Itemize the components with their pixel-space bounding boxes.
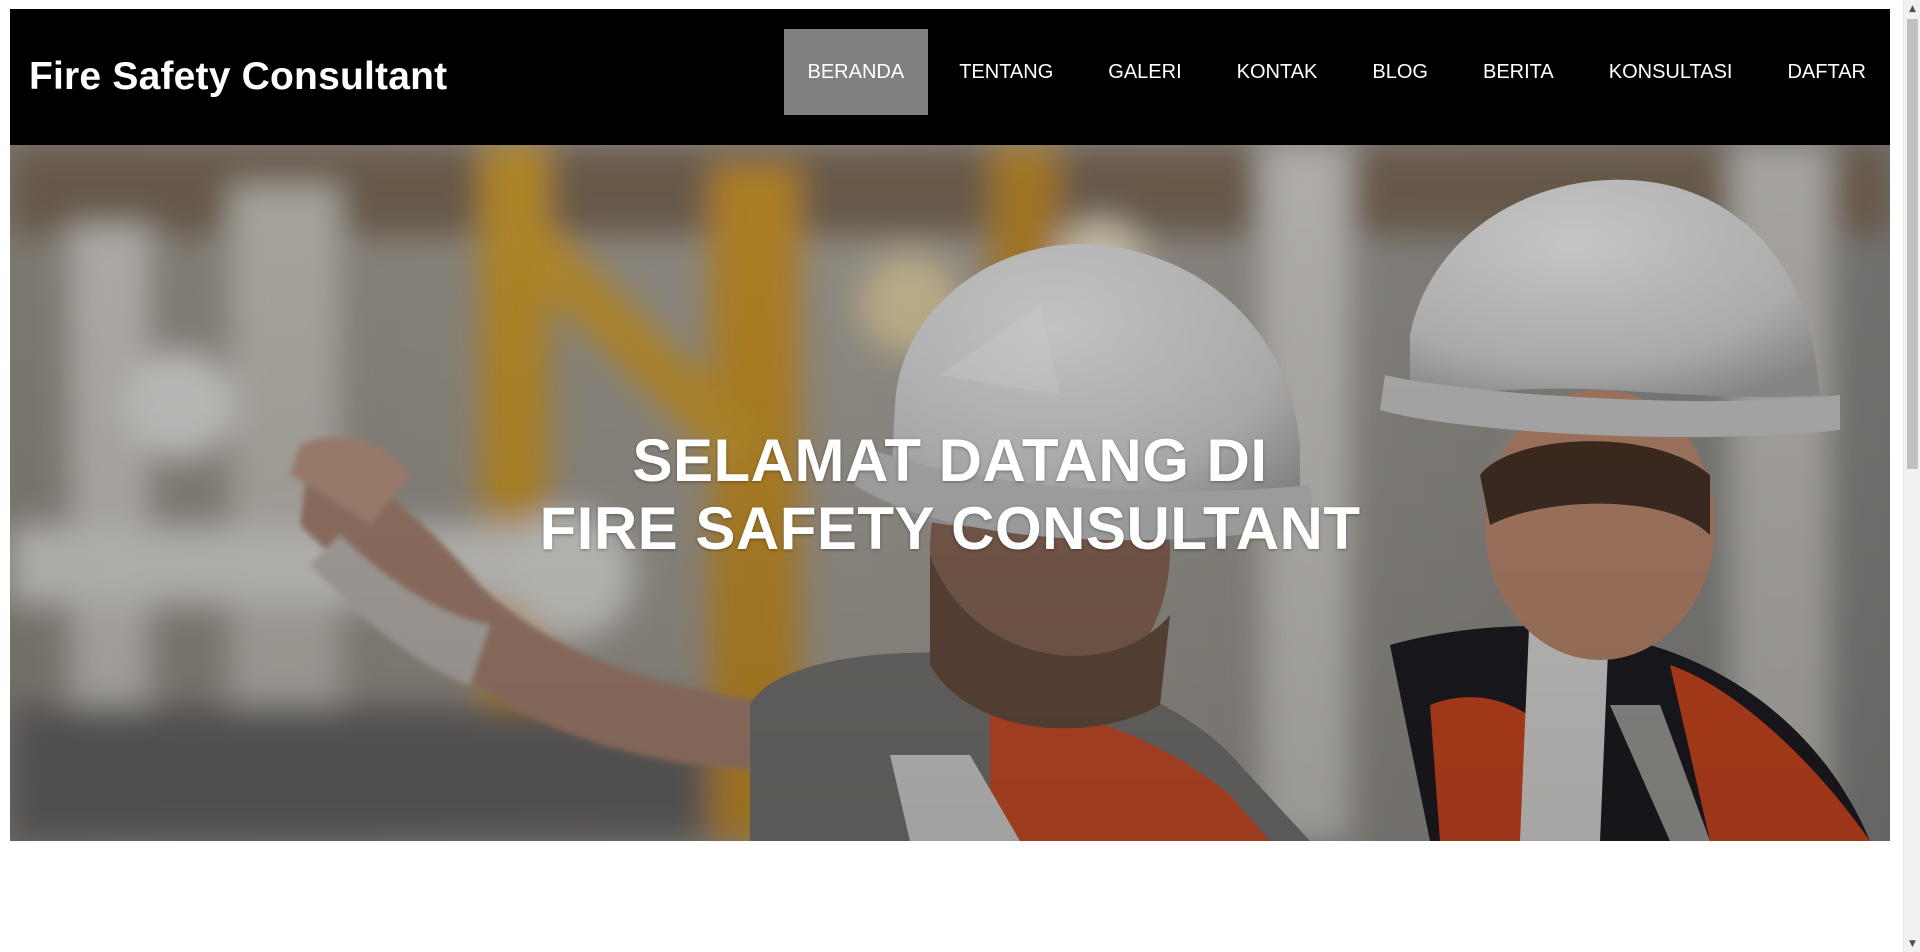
triangle-up-icon[interactable]: ▲ [1904,0,1920,17]
main-navigation: BERANDA TENTANG GALERI KONTAK BLOG BERIT… [777,29,1891,115]
nav-kontak[interactable]: KONTAK [1213,29,1342,115]
nav-blog[interactable]: BLOG [1348,29,1452,115]
nav-beranda[interactable]: BERANDA [783,29,929,115]
scrollbar-thumb[interactable] [1907,19,1918,469]
triangle-down-icon[interactable]: ▼ [1904,935,1920,952]
nav-tentang[interactable]: TENTANG [935,29,1077,115]
nav-berita[interactable]: BERITA [1459,29,1578,115]
content-area [10,841,1890,952]
nav-konsultasi[interactable]: KONSULTASI [1585,29,1757,115]
hero-banner: SELAMAT DATANG DI FIRE SAFETY CONSULTANT [10,145,1890,841]
nav-galeri[interactable]: GALERI [1084,29,1205,115]
hero-heading-line-1: SELAMAT DATANG DI [632,427,1268,494]
browser-viewport: Fire Safety Consultant BERANDA TENTANG G… [0,0,1920,952]
site-brand[interactable]: Fire Safety Consultant [29,9,447,145]
vertical-scrollbar[interactable]: ▲ ▼ [1903,0,1920,952]
hero-heading-line-2: FIRE SAFETY CONSULTANT [539,495,1361,562]
hero-heading: SELAMAT DATANG DI FIRE SAFETY CONSULTANT [10,427,1890,563]
nav-daftar[interactable]: DAFTAR [1763,29,1890,115]
site-header: Fire Safety Consultant BERANDA TENTANG G… [10,9,1890,145]
page: Fire Safety Consultant BERANDA TENTANG G… [10,9,1890,952]
